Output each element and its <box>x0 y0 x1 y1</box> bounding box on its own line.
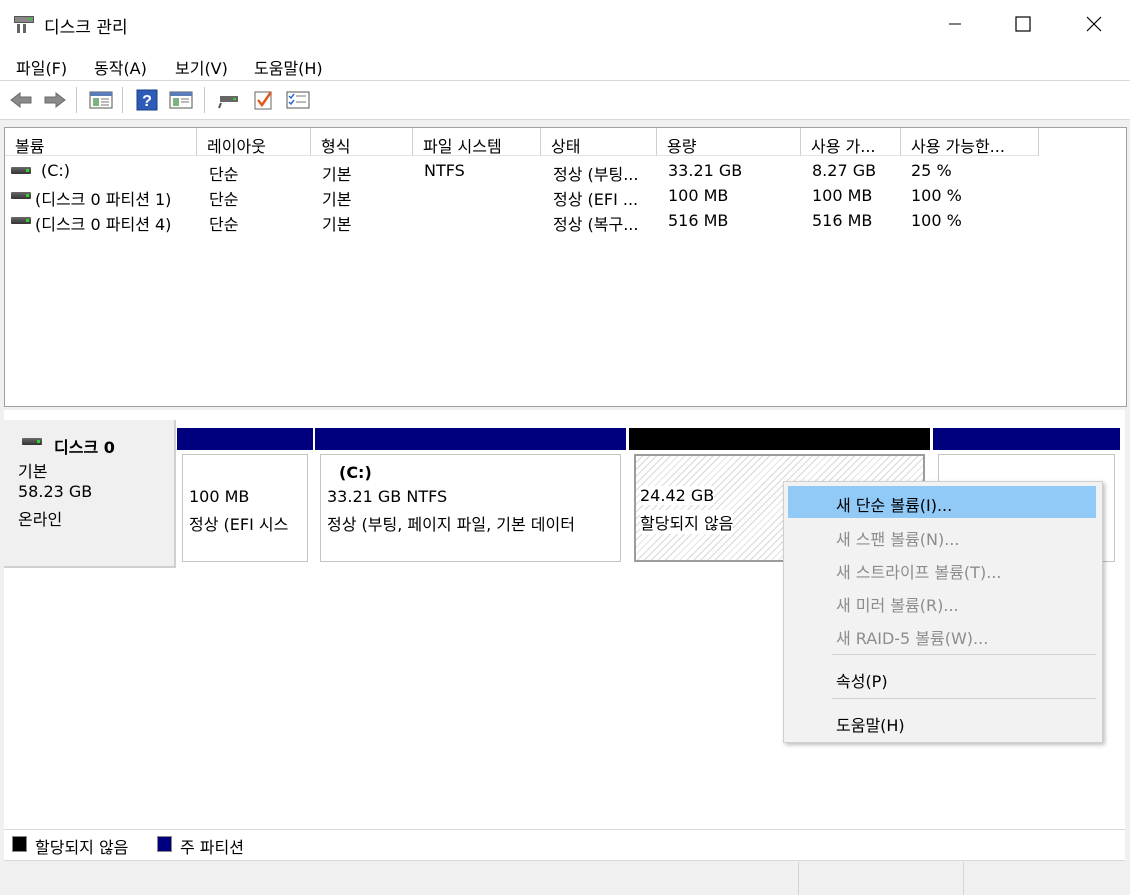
column-header-percent-free[interactable]: 사용 가능한... <box>901 128 1039 156</box>
menu-item-new-mirrored-volume[interactable]: 새 미러 볼륨(R)... <box>788 586 1096 618</box>
list-properties-icon[interactable] <box>285 87 311 113</box>
legend-label-unallocated: 할당되지 않음 <box>35 838 129 857</box>
volume-layout: 단순 <box>209 165 239 184</box>
window-title: 디스크 관리 <box>44 18 128 38</box>
volume-status: 정상 (EFI ... <box>553 190 639 209</box>
svg-text:?: ? <box>142 93 152 110</box>
menu-item-new-spanned-volume[interactable]: 새 스팬 볼륨(N)... <box>788 520 1096 552</box>
partition-type-bar <box>177 428 313 450</box>
column-header-volume[interactable]: 볼륨 <box>5 128 197 156</box>
drive-icon <box>11 192 31 199</box>
menu-item-new-striped-volume[interactable]: 새 스트라이프 볼륨(T)... <box>788 553 1096 585</box>
volume-status: 정상 (복구... <box>553 215 639 234</box>
show-hide-action-pane-icon[interactable] <box>168 87 194 113</box>
forward-icon[interactable] <box>42 87 68 113</box>
disk-name: 디스크 0 <box>54 438 115 457</box>
volume-list[interactable]: 볼륨 레이아웃 형식 파일 시스템 상태 용량 사용 가... 사용 가능한..… <box>4 127 1127 407</box>
volume-capacity: 33.21 GB <box>668 161 743 180</box>
disk-status: 온라인 <box>18 510 63 529</box>
column-header-file-system[interactable]: 파일 시스템 <box>413 128 541 156</box>
volume-name: (C:) <box>41 161 71 180</box>
legend-label-primary: 주 파티션 <box>180 838 244 857</box>
drive-icon <box>11 217 31 224</box>
partition-status: 할당되지 않음 <box>640 510 734 534</box>
table-row[interactable]: (C:) 단순 기본 NTFS 정상 (부팅... 33.21 GB 8.27 … <box>5 158 1126 184</box>
menu-item-new-raid5-volume[interactable]: 새 RAID-5 볼륨(W)... <box>788 619 1096 651</box>
volume-capacity: 516 MB <box>668 211 729 230</box>
drive-icon <box>11 167 31 174</box>
partition-type-bar <box>933 428 1120 450</box>
partition-status: 정상 (EFI 시스 <box>189 515 289 534</box>
volume-free-space: 8.27 GB <box>812 161 877 180</box>
column-header-status[interactable]: 상태 <box>541 128 657 156</box>
volume-name: (디스크 0 파티션 1) <box>35 190 172 209</box>
disk-management-icon <box>13 14 35 34</box>
menu-item-help[interactable]: 도움말(H) <box>788 706 1096 738</box>
menu-file[interactable]: 파일(F) <box>16 55 67 79</box>
column-header-layout[interactable]: 레이아웃 <box>197 128 311 156</box>
volume-percent-free: 100 % <box>911 186 962 205</box>
context-menu: 새 단순 볼륨(I)... 새 스팬 볼륨(N)... 새 스트라이프 볼륨(T… <box>783 481 1103 743</box>
legend-swatch-primary <box>157 836 172 852</box>
partition-size: 100 MB <box>189 487 250 506</box>
column-header-capacity[interactable]: 용량 <box>657 128 801 156</box>
partition-body: (C:) 33.21 GB NTFS 정상 (부팅, 페이지 파일, 기본 데이… <box>320 454 621 562</box>
volume-layout: 단순 <box>209 215 239 234</box>
volume-percent-free: 100 % <box>911 211 962 230</box>
title-bar: 디스크 관리 <box>0 0 1130 48</box>
close-button[interactable] <box>1071 0 1117 48</box>
disk-size: 58.23 GB <box>18 482 93 501</box>
back-icon[interactable] <box>8 87 34 113</box>
menu-separator <box>832 698 1096 699</box>
menu-action[interactable]: 동작(A) <box>94 55 147 79</box>
minimize-button[interactable] <box>932 0 978 48</box>
volume-file-system: NTFS <box>424 161 465 180</box>
menu-item-new-simple-volume[interactable]: 새 단순 볼륨(I)... <box>788 486 1096 518</box>
disk-icon <box>22 438 42 445</box>
menu-bar: 파일(F) 동작(A) 보기(V) 도움말(H) <box>0 48 1130 81</box>
show-pane-icon[interactable] <box>88 87 114 113</box>
toolbar: ? <box>0 81 1130 120</box>
partition-type-bar <box>315 428 626 450</box>
volume-percent-free: 25 % <box>911 161 952 180</box>
menu-help[interactable]: 도움말(H) <box>254 55 323 79</box>
menu-separator <box>832 654 1096 655</box>
volume-type: 기본 <box>322 215 352 234</box>
table-row[interactable]: (디스크 0 파티션 4) 단순 기본 정상 (복구... 516 MB 516… <box>5 208 1126 234</box>
connect-disk-icon[interactable] <box>216 87 242 113</box>
column-header-free-space[interactable]: 사용 가... <box>801 128 901 156</box>
partition-size: 33.21 GB NTFS <box>327 487 448 506</box>
partition-c[interactable]: (C:) 33.21 GB NTFS 정상 (부팅, 페이지 파일, 기본 데이… <box>315 428 626 564</box>
disk-info-panel[interactable]: 디스크 0 기본 58.23 GB 온라인 <box>4 420 176 568</box>
table-row[interactable]: (디스크 0 파티션 1) 단순 기본 정상 (EFI ... 100 MB 1… <box>5 183 1126 209</box>
maximize-button[interactable] <box>1000 0 1046 48</box>
volume-free-space: 516 MB <box>812 211 873 230</box>
column-header-type[interactable]: 형식 <box>311 128 413 156</box>
volume-free-space: 100 MB <box>812 186 873 205</box>
volume-layout: 단순 <box>209 190 239 209</box>
legend-swatch-unallocated <box>12 836 27 852</box>
partition-type-bar <box>629 428 930 450</box>
volume-type: 기본 <box>322 190 352 209</box>
volume-status: 정상 (부팅... <box>553 165 639 184</box>
volume-capacity: 100 MB <box>668 186 729 205</box>
help-icon[interactable]: ? <box>134 87 160 113</box>
status-bar <box>0 862 1130 895</box>
partition-efi[interactable]: 100 MB 정상 (EFI 시스 <box>177 428 313 564</box>
disk-type: 기본 <box>18 462 48 481</box>
legend: 할당되지 않음 주 파티션 <box>4 829 1125 861</box>
partition-size: 24.42 GB <box>640 486 715 505</box>
volume-type: 기본 <box>322 165 352 184</box>
partition-body: 100 MB 정상 (EFI 시스 <box>182 454 308 562</box>
menu-view[interactable]: 보기(V) <box>175 55 228 79</box>
check-properties-icon[interactable] <box>250 87 276 113</box>
partition-title: (C:) <box>339 463 372 482</box>
partition-status: 정상 (부팅, 페이지 파일, 기본 데이터 <box>327 515 575 534</box>
menu-item-properties[interactable]: 속성(P) <box>788 662 1096 694</box>
volume-name: (디스크 0 파티션 4) <box>35 215 172 234</box>
